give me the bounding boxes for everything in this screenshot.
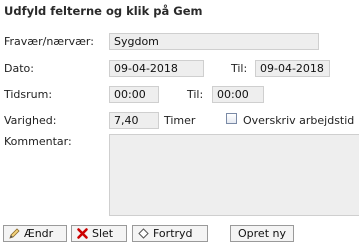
time-from-field[interactable]: 00:00	[109, 86, 159, 103]
duration-unit-label: Timer	[164, 114, 196, 127]
time-to-label: Til:	[187, 88, 204, 101]
create-new-button[interactable]: Opret ny	[230, 225, 294, 242]
date-label: Dato:	[4, 62, 34, 75]
time-label: Tidsrum:	[4, 88, 53, 101]
edit-button-label: Ændr	[24, 227, 54, 240]
comment-label: Kommentar:	[4, 135, 72, 148]
duration-label: Varighed:	[4, 114, 57, 127]
edit-button[interactable]: Ændr	[3, 225, 67, 242]
undo-button-label: Fortryd	[153, 227, 193, 240]
x-icon	[76, 227, 89, 240]
create-new-button-label: Opret ny	[238, 227, 286, 240]
date-from-field[interactable]: 09-04-2018	[109, 60, 204, 77]
absence-label: Fravær/nærvær:	[4, 35, 94, 48]
form-title: Udfyld felterne og klik på Gem	[4, 4, 203, 18]
duration-field[interactable]: 7,40	[109, 112, 159, 129]
time-to-field[interactable]: 00:00	[212, 86, 264, 103]
absence-field[interactable]: Sygdom	[109, 33, 319, 50]
date-to-field[interactable]: 09-04-2018	[255, 60, 330, 77]
delete-button[interactable]: Slet	[71, 225, 127, 242]
pencil-icon	[8, 227, 21, 240]
overwrite-checkbox[interactable]	[226, 113, 237, 124]
diamond-icon	[137, 227, 150, 240]
date-to-label: Til:	[231, 62, 248, 75]
delete-button-label: Slet	[92, 227, 114, 240]
overwrite-label: Overskriv arbejdstid	[243, 114, 355, 127]
undo-button[interactable]: Fortryd	[132, 225, 208, 242]
comment-textarea[interactable]	[109, 134, 359, 216]
